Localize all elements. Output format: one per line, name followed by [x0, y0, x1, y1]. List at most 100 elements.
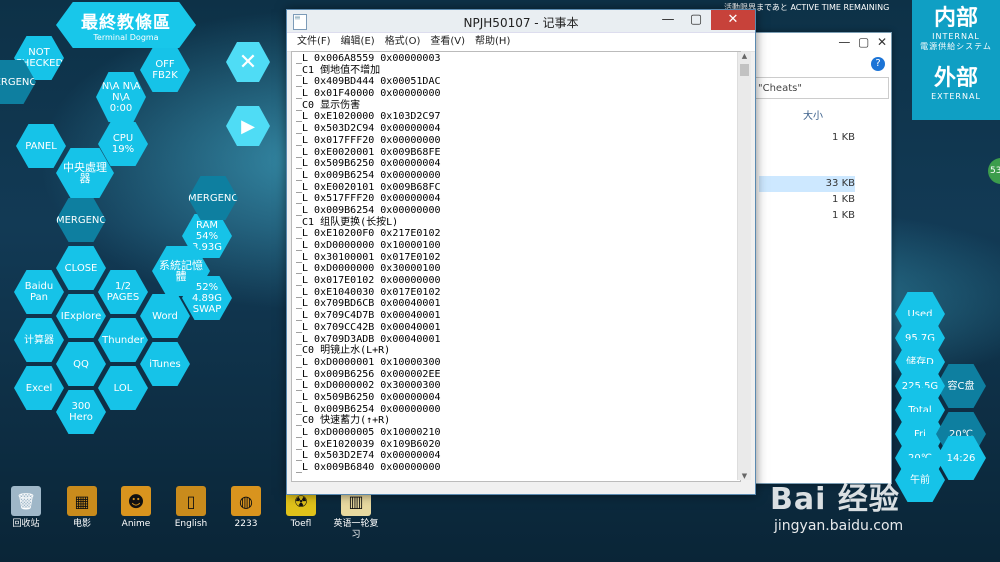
- hex-baidu-pan[interactable]: Baidu Pan: [14, 270, 64, 314]
- text-line: _L 0xD0000000 0x30000100: [296, 263, 441, 275]
- text-line: _L 0xE10200F0 0x217E0102: [296, 228, 441, 240]
- text-line: _L 0x409BD444 0x00051DAC: [296, 76, 441, 88]
- hex-itunes[interactable]: iTunes: [140, 342, 190, 386]
- file-size-2: 33 KB: [825, 178, 855, 189]
- folder-anime-icon: ☻: [121, 486, 151, 516]
- notepad-window[interactable]: ≡ NPJH50107 - 记事本 — ▢ ✕ 文件(F) 编辑(E) 格式(O…: [286, 9, 756, 495]
- text-line: _L 0x509B6250 0x00000004: [296, 391, 441, 403]
- internal-sub: INTERNAL: [932, 32, 980, 41]
- text-line: _L 0xE0020101 0x009B68FC: [296, 181, 441, 193]
- widget-subtitle: Terminal Dogma: [93, 33, 159, 42]
- text-line: _C1 倒地值不增加: [296, 64, 381, 76]
- text-line: _L 0xD0000001 0x10000300: [296, 356, 441, 368]
- hex-qq[interactable]: QQ: [56, 342, 106, 386]
- external-label: 外部: [933, 66, 978, 91]
- text-line: _L 0x509B6250 0x00000004: [296, 158, 441, 170]
- hex-panel[interactable]: PANEL: [16, 124, 66, 168]
- hex-calculator[interactable]: 计算器: [14, 318, 64, 362]
- text-line: _L 0xD0000002 0x30000300: [296, 380, 441, 392]
- hex-excel[interactable]: Excel: [14, 366, 64, 410]
- hex-thunder[interactable]: Thunder: [98, 318, 148, 362]
- minimize-button[interactable]: —: [655, 10, 681, 30]
- text-line: _L 0x009B6254 0x00000000: [296, 204, 441, 216]
- file-size-1: 1 KB: [832, 132, 855, 143]
- menu-format[interactable]: 格式(O): [381, 33, 425, 51]
- text-line: _L 0x30100001 0x017E0102: [296, 251, 441, 263]
- text-line: _L 0x709D3ADB 0x00040001: [296, 333, 441, 345]
- file-size-3: 1 KB: [832, 194, 855, 205]
- size-column-header[interactable]: 大小: [803, 107, 823, 122]
- hex-iexplore[interactable]: IExplore: [56, 294, 106, 338]
- text-line: _L 0x517FFF20 0x00000004: [296, 193, 441, 205]
- folder-film-icon: ▦: [67, 486, 97, 516]
- recycle-bin-icon: 🗑: [11, 486, 41, 516]
- internal-label: 内部: [933, 6, 978, 31]
- play-icon[interactable]: ▶: [226, 106, 270, 146]
- hex-fb2k[interactable]: OFF FB2K: [140, 48, 190, 92]
- text-line: _L 0x006A8559 0x00000003: [296, 53, 441, 64]
- explorer-search-box[interactable]: "Cheats": [753, 77, 889, 99]
- hex-media-info: N\A N\A N\A 0:00: [96, 72, 146, 122]
- text-line: _L 0x01F40000 0x00000000: [296, 88, 441, 100]
- widget-title: 最終教條區 Terminal Dogma: [56, 2, 196, 48]
- text-line: _L 0xE1020000 0x103D2C97: [296, 111, 441, 123]
- text-line: _C1 组队更换(长按L): [296, 216, 399, 228]
- text-line: _L 0x709CC42B 0x00040001: [296, 321, 441, 333]
- menu-edit[interactable]: 编辑(E): [337, 33, 379, 51]
- text-line: _L 0x503D2C94 0x00000004: [296, 123, 441, 135]
- notepad-titlebar[interactable]: ≡ NPJH50107 - 记事本 — ▢ ✕: [287, 10, 755, 33]
- desktop-icon-movies[interactable]: ▦ 电影: [56, 486, 108, 530]
- hex-pages[interactable]: 1/2 PAGES: [98, 270, 148, 314]
- hex-word[interactable]: Word: [140, 294, 190, 338]
- desktop-icon-english[interactable]: ▯ English: [165, 486, 217, 530]
- text-line: _C0 明镜止水(L+R): [296, 345, 391, 357]
- close-x-icon[interactable]: ✕: [226, 42, 270, 82]
- text-line: _L 0xD0000000 0x10000100: [296, 240, 441, 251]
- text-line: _L 0x009B6254 0x00000000: [296, 403, 441, 415]
- notepad-text-area[interactable]: _L 0x006A8559 0x00000003 _C1 倒地值不增加 _L 0x4…: [291, 51, 741, 482]
- folder-globe-icon: ◍: [231, 486, 261, 516]
- text-line: _L 0x017FFF20 0x00000000: [296, 134, 441, 146]
- hex-emergency-3: EMERGENCY: [188, 176, 238, 220]
- desktop-icon-2233[interactable]: ◍ 2233: [220, 486, 272, 530]
- widget-title-text: 最終教條區: [81, 13, 171, 33]
- desktop: 最終教條區 Terminal Dogma NOT CHECKED EMERGEN…: [0, 0, 1000, 562]
- notepad-menubar: 文件(F) 编辑(E) 格式(O) 查看(V) 帮助(H): [287, 33, 755, 52]
- hex-lol[interactable]: LOL: [98, 366, 148, 410]
- external-sub: EXTERNAL: [931, 92, 981, 101]
- hex-emergency-2: EMERGENCY: [56, 198, 106, 242]
- vertical-scrollbar[interactable]: ▲ ▼: [737, 52, 751, 480]
- explorer-window-controls[interactable]: — ▢ ✕: [838, 35, 887, 49]
- text-line: _L 0x709C4D7B 0x00040001: [296, 310, 441, 322]
- baidu-watermark-url: jingyan.baidu.com: [774, 518, 904, 534]
- folder-icon: ▯: [176, 486, 206, 516]
- text-line: _L 0x009B6256 0x000002EE: [296, 368, 441, 380]
- close-button[interactable]: ✕: [711, 10, 755, 30]
- text-line: _L 0xD0000005 0x10000210: [296, 427, 441, 438]
- menu-view[interactable]: 查看(V): [426, 33, 469, 51]
- text-line: _L 0x009B6254 0x00000000: [296, 169, 441, 181]
- scroll-up-icon[interactable]: ▲: [738, 52, 751, 60]
- text-line: _L 0xE0020001 0x009B68FE: [296, 146, 441, 158]
- baidu-watermark: Bai 经验: [770, 482, 900, 517]
- text-line: _C0 快速蓄力(↑+R): [296, 415, 391, 427]
- explorer-window[interactable]: — ▢ ✕ ? "Cheats" 大小 1 KB 33 KB 1 KB 1 KB: [740, 32, 892, 484]
- text-line: _L 0x009B6840 0x00000000: [296, 462, 441, 474]
- menu-file[interactable]: 文件(F): [293, 33, 335, 51]
- hex-300-hero[interactable]: 300 Hero: [56, 390, 106, 434]
- scroll-thumb[interactable]: [740, 64, 749, 76]
- text-line: _C0 显示伤害: [296, 99, 361, 111]
- file-size-4: 1 KB: [832, 210, 855, 221]
- text-line: _L 0x017E0102 0x00000000: [296, 275, 441, 287]
- text-line: _L 0x709BD6CB 0x00040001: [296, 298, 441, 310]
- text-line: _L 0xE1040030 0x017E0102: [296, 286, 441, 298]
- power-supply-label: 電源供給システム: [920, 42, 992, 51]
- text-lines: _L 0x006A8559 0x00000003 _C1 倒地值不增加 _L 0x4…: [292, 52, 740, 474]
- desktop-icon-anime[interactable]: ☻ Anime: [110, 486, 162, 530]
- help-icon[interactable]: ?: [871, 57, 885, 71]
- scroll-down-icon[interactable]: ▼: [738, 472, 751, 480]
- menu-help[interactable]: 帮助(H): [471, 33, 514, 51]
- desktop-icon-recycle-bin[interactable]: 🗑 回收站: [0, 486, 52, 530]
- maximize-button[interactable]: ▢: [683, 10, 709, 30]
- hex-close[interactable]: CLOSE: [56, 246, 106, 290]
